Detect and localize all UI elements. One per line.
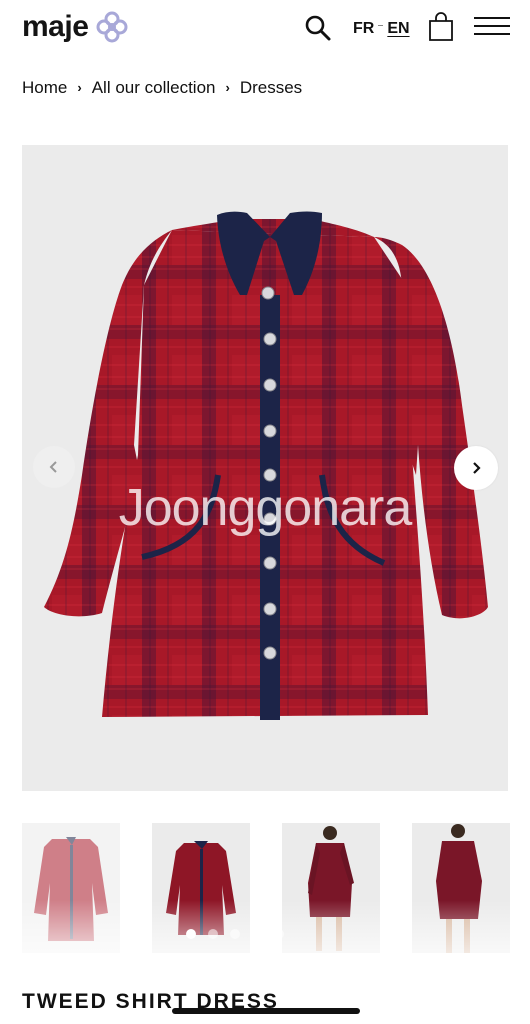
gallery-prev-button[interactable] [33,446,75,488]
lang-fr-link[interactable]: FR [353,20,374,38]
search-icon[interactable] [304,14,332,42]
carousel-dot[interactable] [208,929,218,939]
carousel-dot[interactable] [230,929,240,939]
chevron-left-icon [49,461,57,473]
breadcrumb-home[interactable]: Home [22,78,67,98]
thumbnail-dress-image [34,837,108,941]
home-indicator[interactable] [172,1008,360,1014]
chevron-right-icon [473,462,481,474]
carousel-dots [186,929,284,939]
shopping-bag-icon[interactable] [428,12,454,42]
hamburger-menu-icon[interactable] [474,17,510,39]
language-switcher: FR EN [353,20,410,38]
thumbnail-4[interactable] [412,823,510,953]
carousel-dot[interactable] [274,929,284,939]
carousel-dot[interactable] [252,929,262,939]
flower-logo-icon [96,11,128,43]
gallery-next-button[interactable] [454,446,498,490]
chevron-right-icon: › [77,79,82,95]
maje-logo[interactable]: maje [22,8,128,46]
main-product-image[interactable] [22,145,508,791]
lang-en-link[interactable]: EN [387,20,409,38]
thumbnail-model-image [308,826,354,951]
thumbnail-3[interactable] [282,823,380,953]
lang-separator [378,24,384,26]
breadcrumb: Home › All our collection › Dresses [22,78,302,98]
logo-text: maje [22,10,89,43]
carousel-dot[interactable] [186,929,196,939]
site-header: maje FR EN [0,0,530,60]
breadcrumb-dresses[interactable]: Dresses [240,78,302,98]
breadcrumb-collection[interactable]: All our collection [92,78,216,98]
chevron-right-icon: › [225,79,230,95]
thumbnail-1[interactable] [22,823,120,953]
thumbnail-model-image [436,824,482,953]
dress-photo [44,211,488,720]
